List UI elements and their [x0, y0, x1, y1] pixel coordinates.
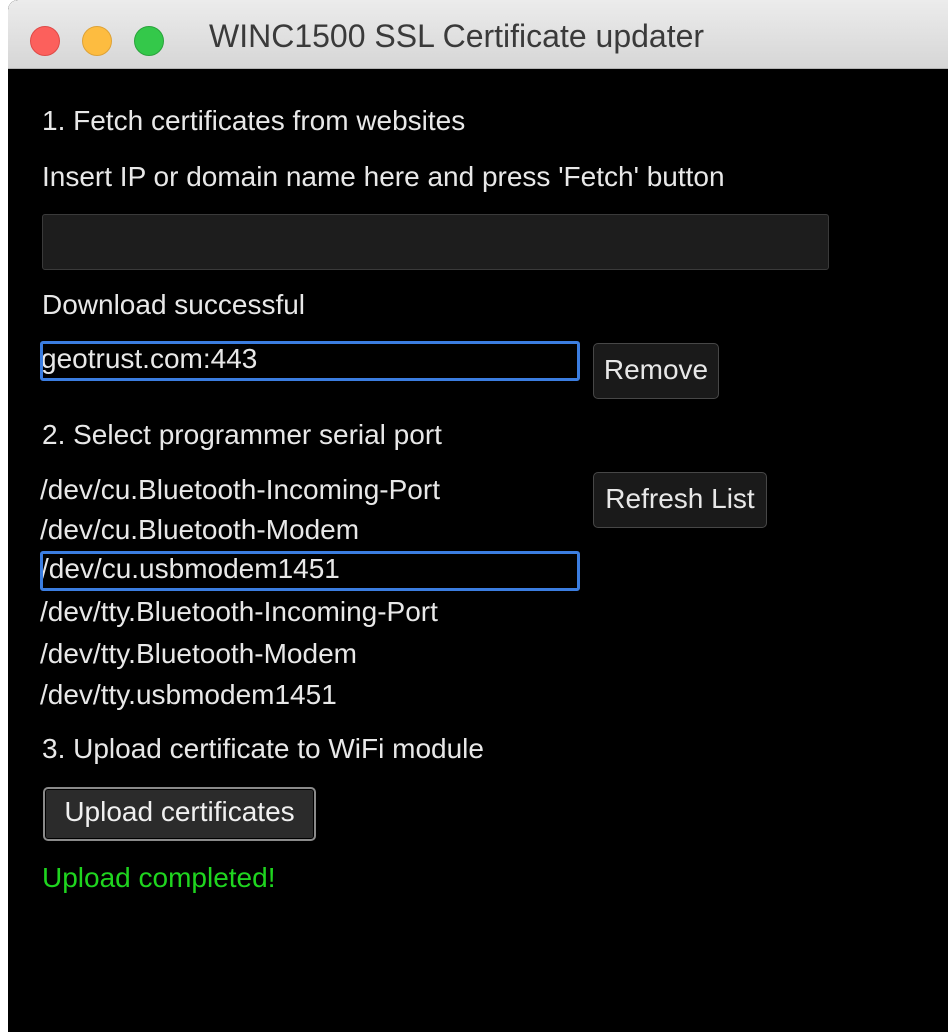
upload-certificates-button[interactable]: Upload certificates: [43, 787, 316, 841]
domain-input[interactable]: [42, 214, 829, 270]
port-list-item[interactable]: /dev/tty.Bluetooth-Incoming-Port: [40, 595, 438, 629]
zoom-window-button[interactable]: [134, 26, 164, 56]
port-list-item-selected[interactable]: /dev/cu.usbmodem1451: [40, 551, 580, 591]
certificate-list-selected-item[interactable]: geotrust.com:443: [40, 341, 580, 381]
upload-heading: 3. Upload certificate to WiFi module: [42, 733, 484, 764]
port-heading: 2. Select programmer serial port: [42, 419, 442, 450]
title-bar[interactable]: WINC1500 SSL Certificate updater: [8, 0, 948, 69]
port-list-item[interactable]: /dev/tty.Bluetooth-Modem: [40, 637, 357, 671]
port-list-item[interactable]: /dev/cu.Bluetooth-Incoming-Port: [40, 473, 440, 507]
remove-button[interactable]: Remove: [593, 343, 719, 399]
port-list-item[interactable]: /dev/cu.Bluetooth-Modem: [40, 513, 359, 547]
selected-port-text: /dev/cu.usbmodem1451: [41, 553, 340, 584]
refresh-list-button[interactable]: Refresh List: [593, 472, 767, 528]
main-content: 1. Fetch certificates from websites Inse…: [8, 69, 948, 1032]
window-title: WINC1500 SSL Certificate updater: [209, 18, 705, 54]
app-window: WINC1500 SSL Certificate updater 1. Fetc…: [8, 0, 948, 1032]
upload-status: Upload completed!: [42, 862, 276, 893]
certificate-site-text: geotrust.com:443: [41, 343, 258, 374]
port-list-item[interactable]: /dev/tty.usbmodem1451: [40, 678, 337, 712]
close-window-button[interactable]: [30, 26, 60, 56]
download-status: Download successful: [42, 289, 306, 320]
fetch-instruction: Insert IP or domain name here and press …: [42, 161, 725, 192]
fetch-heading: 1. Fetch certificates from websites: [42, 105, 466, 136]
minimize-window-button[interactable]: [82, 26, 112, 56]
